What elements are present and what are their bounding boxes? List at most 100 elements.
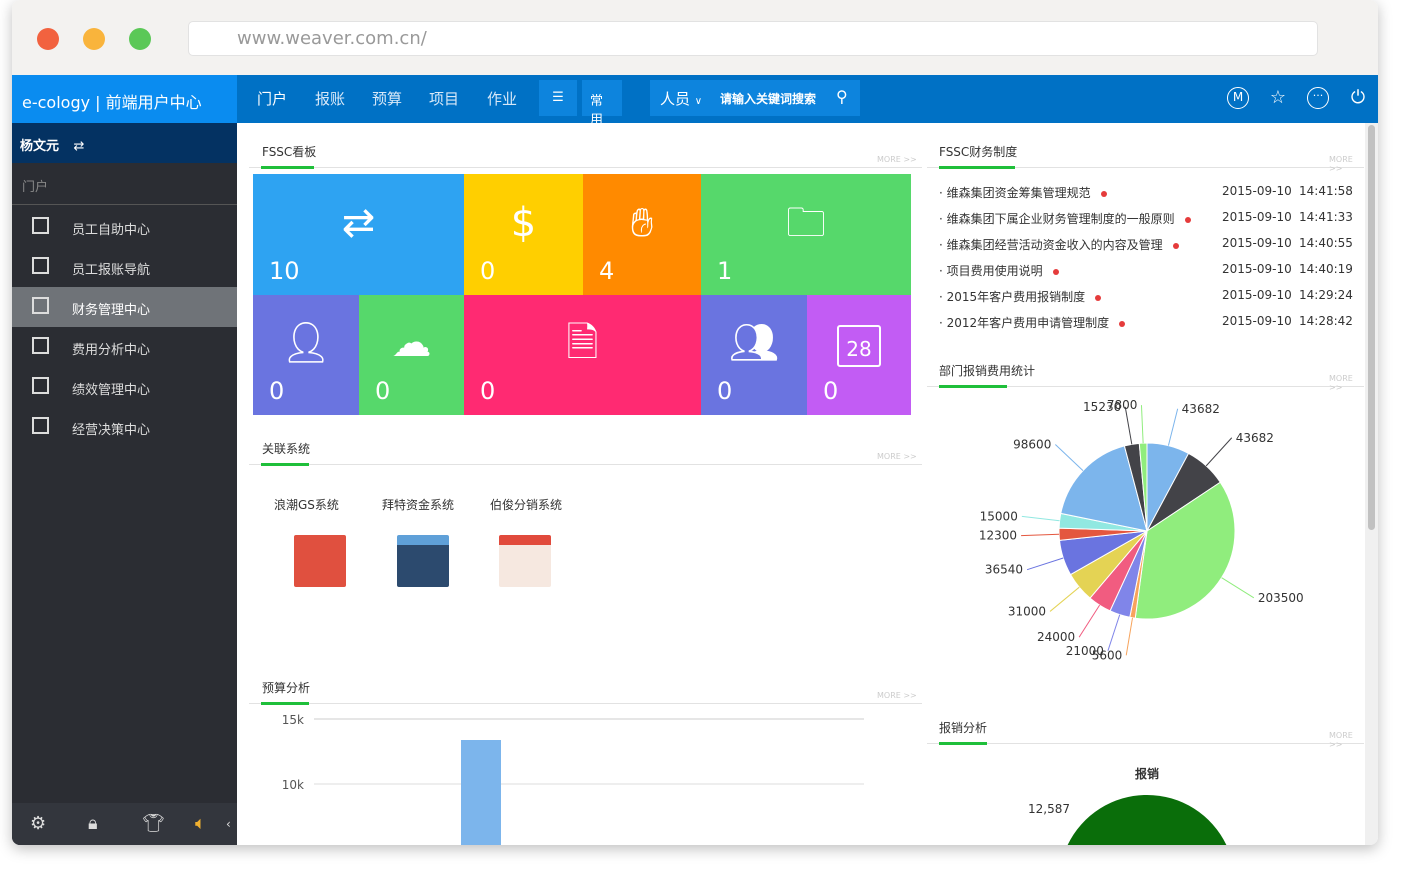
pie-label: 31000 [1008, 604, 1046, 618]
app-header: e-cology | 前端用户中心 门户 报账 预算 项目 作业 ☰ 常用 人员… [12, 75, 1378, 123]
pie-connector [1222, 578, 1254, 598]
speaker-icon[interactable]: 🔈︎ [195, 813, 206, 834]
news-time: 14:28:42 [1299, 314, 1353, 328]
news-title[interactable]: 2015年客户费用报销制度 [947, 290, 1086, 304]
tile-count: 4 [599, 257, 614, 285]
mail-icon[interactable]: M [1227, 87, 1249, 109]
system-link-gs[interactable]: 浪潮GS系统 [274, 496, 339, 513]
common-button[interactable]: 常用 [582, 80, 622, 116]
news-item[interactable]: · 2015年客户费用报销制度2015-09-1014:29:24 [939, 288, 1369, 314]
pie-label: 43682 [1182, 402, 1220, 416]
nav-portal[interactable]: 门户 [257, 88, 287, 109]
search-box: 人员 ∨ 请输入关键词搜索 ⚲ [650, 80, 860, 116]
pie-connector [1079, 605, 1099, 637]
bt-system-icon[interactable] [397, 535, 449, 587]
system-link-bt[interactable]: 拜特资金系统 [382, 496, 454, 513]
sidebar-item-reimburse-nav[interactable]: 员工报账导航 [12, 247, 237, 287]
tile-document[interactable]: 🗎0 [464, 295, 701, 415]
user-name[interactable]: 杨文元 [20, 139, 59, 154]
power-icon[interactable]: ⏻ [1347, 87, 1369, 109]
minimize-window-button[interactable] [83, 28, 105, 50]
budget-bar-chart: 15k 10k [249, 708, 909, 845]
y-tick-15k: 15k [282, 713, 304, 727]
tile-user[interactable]: 👤︎0 [253, 295, 359, 415]
close-window-button[interactable] [37, 28, 59, 50]
news-title[interactable]: 维森集团下属企业财务管理制度的一般原则 [947, 212, 1175, 226]
maximize-window-button[interactable] [129, 28, 151, 50]
news-item[interactable]: · 项目费用使用说明2015-09-1014:40:19 [939, 262, 1369, 288]
skin-icon[interactable]: 👕︎ [142, 813, 165, 834]
news-item[interactable]: · 2012年客户费用申请管理制度2015-09-1014:28:42 [939, 314, 1369, 340]
nav-project[interactable]: 项目 [429, 88, 459, 109]
news-date: 2015-09-10 [1222, 236, 1292, 250]
switch-user-icon[interactable]: ⇄ [74, 139, 85, 154]
dept-more-link[interactable]: MORE >> [1329, 374, 1365, 392]
news-date: 2015-09-10 [1222, 184, 1292, 198]
pie-label: 12300 [979, 529, 1017, 543]
news-title[interactable]: 项目费用使用说明 [947, 264, 1043, 278]
bj-system-icon[interactable] [499, 535, 551, 587]
news-item[interactable]: · 维森集团资金筹集管理规范2015-09-1014:41:58 [939, 184, 1369, 210]
sidebar-item-expense-analysis[interactable]: 费用分析中心 [12, 327, 237, 367]
new-badge [1053, 269, 1059, 275]
policy-more-link[interactable]: MORE >> [1329, 155, 1365, 173]
sidebar-item-performance[interactable]: 绩效管理中心 [12, 367, 237, 407]
dollar-icon: $ [494, 203, 554, 243]
bar[interactable] [461, 740, 501, 845]
search-input[interactable]: 请输入关键词搜索 [720, 90, 816, 107]
tile-dollar[interactable]: $0 [464, 174, 583, 295]
tile-count: 0 [717, 377, 732, 405]
chat-icon: ☁ [382, 323, 442, 363]
main-content: FSSC看板 MORE >> ⇄10$0✋︎4🗀1👤︎0☁0🗎0👥︎0280 关… [237, 123, 1365, 845]
sidebar-item-finance[interactable]: 财务管理中心 [12, 287, 237, 327]
news-title[interactable]: 维森集团资金筹集管理规范 [947, 186, 1091, 200]
sidebar-item-self-service[interactable]: 员工自助中心 [12, 207, 237, 247]
settings-icon[interactable]: ⚙ [30, 813, 46, 834]
nav-reimburse[interactable]: 报账 [315, 88, 345, 109]
layout-icon [32, 337, 49, 354]
address-bar[interactable]: www.weaver.com.cn/ [188, 21, 1318, 56]
news-item[interactable]: · 维森集团下属企业财务管理制度的一般原则2015-09-1014:41:33 [939, 210, 1369, 236]
news-date: 2015-09-10 [1222, 288, 1292, 302]
sidebar-item-decision[interactable]: 经营决策中心 [12, 407, 237, 447]
folder-icon: 🗀 [776, 203, 836, 243]
reimb-chart-title: 报销 [1135, 766, 1159, 781]
sidebar: 杨文元 ⇄ 门户 员工自助中心 员工报账导航 财务管理中心 费用分析中心 绩效管… [12, 123, 237, 845]
nav-budget[interactable]: 预算 [372, 88, 402, 109]
star-icon[interactable]: ☆ [1267, 87, 1289, 109]
tile-chat[interactable]: ☁0 [359, 295, 464, 415]
news-item[interactable]: · 维森集团经营活动资金收入的内容及管理2015-09-1014:40:55 [939, 236, 1369, 262]
tile-hand[interactable]: ✋︎ 4 [583, 174, 701, 295]
menu-button[interactable]: ☰ [539, 80, 577, 116]
pie-connector [1021, 534, 1059, 535]
lock-icon[interactable]: 🔒︎ [88, 813, 98, 834]
tile-folder[interactable]: 🗀1 [701, 174, 911, 295]
app-logo[interactable]: e-cology | 前端用户中心 [12, 75, 237, 123]
board-more-link[interactable]: MORE >> [877, 155, 917, 164]
new-badge [1101, 191, 1107, 197]
gs-system-icon[interactable] [294, 535, 346, 587]
hand-icon: ✋︎ [612, 203, 672, 243]
system-link-bj[interactable]: 伯俊分销系统 [490, 496, 562, 513]
tile-exchange[interactable]: ⇄10 [253, 174, 464, 295]
collapse-icon[interactable]: ‹ [226, 817, 231, 831]
more-icon[interactable]: ··· [1307, 87, 1329, 109]
tile-count: 0 [375, 377, 390, 405]
related-more-link[interactable]: MORE >> [877, 452, 917, 461]
dept-pie-chart: 4368243682203500560021000240003100036540… [927, 391, 1364, 661]
search-type-select[interactable]: 人员 ∨ [660, 88, 702, 109]
news-date: 2015-09-10 [1222, 314, 1292, 328]
search-icon[interactable]: ⚲ [836, 87, 848, 106]
news-title[interactable]: 维森集团经营活动资金收入的内容及管理 [947, 238, 1163, 252]
news-title[interactable]: 2012年客户费用申请管理制度 [947, 316, 1110, 330]
tile-count: 0 [823, 377, 838, 405]
browser-chrome: www.weaver.com.cn/ [12, 0, 1378, 75]
reimb-more-link[interactable]: MORE >> [1329, 731, 1365, 749]
tile-count: 0 [480, 377, 495, 405]
tile-calendar[interactable]: 280 [807, 295, 911, 415]
nav-task[interactable]: 作业 [487, 88, 517, 109]
tile-group[interactable]: 👥︎0 [701, 295, 807, 415]
reimb-slice[interactable] [1068, 795, 1227, 845]
budget-more-link[interactable]: MORE >> [877, 691, 917, 700]
scrollbar[interactable] [1365, 123, 1378, 845]
